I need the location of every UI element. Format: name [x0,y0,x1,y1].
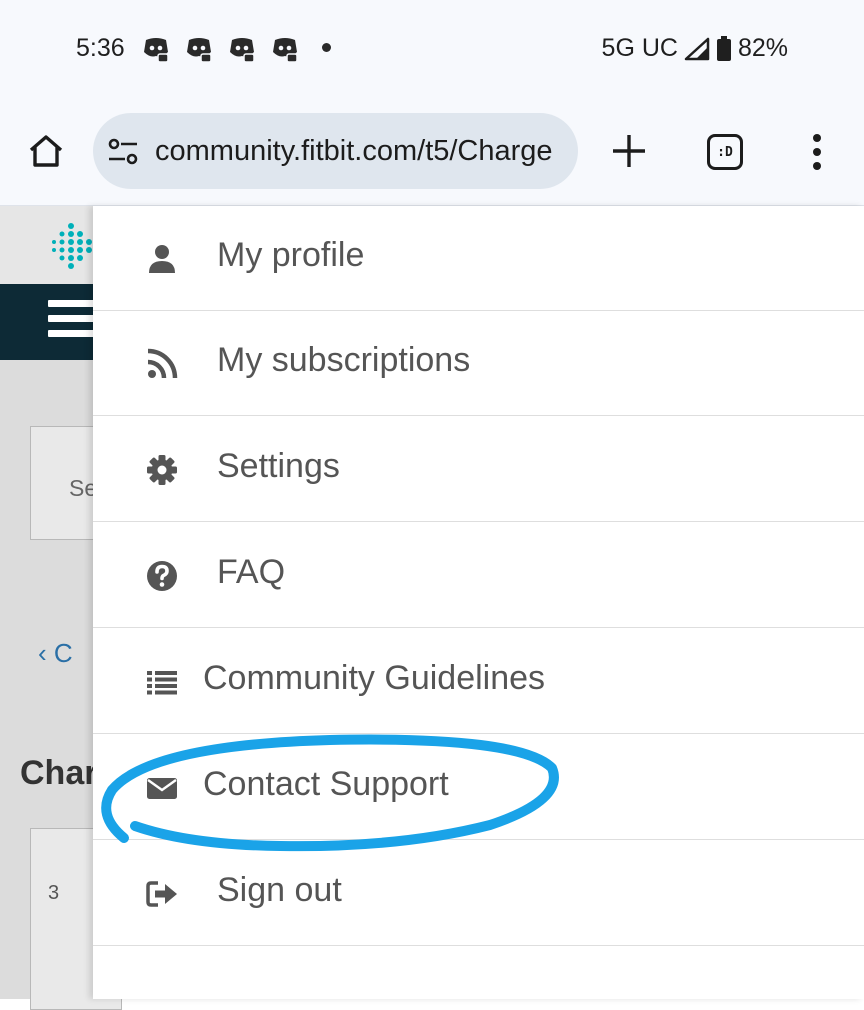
menu-label: Sign out [217,871,342,909]
page-heading: Char [20,754,98,792]
gear-icon [145,453,179,487]
notification-icons [142,36,299,62]
discord-icon [144,38,169,62]
menu-item-sign-out[interactable]: Sign out [93,841,864,946]
browser-toolbar: community.fitbit.com/t5/Charge :D [0,100,864,206]
list-icon [145,665,179,699]
more-vert-icon[interactable] [806,132,828,172]
menu-label: My profile [217,236,365,274]
page-card-text: 3 [48,882,60,904]
page-back-link[interactable]: ‹ C [38,638,73,669]
site-settings-icon[interactable] [107,137,139,167]
menu-label: Community Guidelines [203,659,546,697]
menu-label: Settings [217,447,340,485]
page-back-text: C [53,638,73,668]
fitbit-logo-icon[interactable] [48,222,98,272]
envelope-icon [145,771,179,805]
status-time: 5:36 [76,34,125,62]
new-tab-icon[interactable] [610,132,648,170]
home-icon[interactable] [26,131,66,171]
sign-out-icon [145,877,179,911]
question-circle-icon [145,559,179,593]
menu-item-faq[interactable]: FAQ [93,523,864,628]
discord-icon [230,38,255,62]
tab-switcher-button[interactable]: :D [707,134,743,170]
discord-icon [273,38,298,62]
menu-label: FAQ [217,553,286,591]
menu-label: Contact Support [203,765,449,803]
menu-item-my-subscriptions[interactable]: My subscriptions [93,311,864,416]
menu-item-community-guidelines[interactable]: Community Guidelines [93,629,864,734]
user-icon [145,242,179,276]
user-dropdown-menu: My profile My subscriptions Settings FAQ… [93,206,864,999]
hamburger-menu-icon[interactable] [48,300,96,345]
menu-label: My subscriptions [217,341,471,379]
url-text[interactable]: community.fitbit.com/t5/Charge [155,135,565,168]
network-label: 5G UC [601,34,678,62]
menu-item-contact-support[interactable]: Contact Support [93,735,864,840]
menu-item-my-profile[interactable]: My profile [93,206,864,311]
battery-label: 82% [737,34,788,62]
status-bar: 5:36 5G UC 82% [0,0,864,100]
site-header [0,206,100,284]
status-right: 5G UC 82% [602,34,788,63]
address-bar[interactable]: community.fitbit.com/t5/Charge [93,113,578,189]
menu-item-settings[interactable]: Settings [93,417,864,522]
battery-icon [716,35,731,61]
more-notifications-dot-icon [322,43,331,52]
rss-icon [145,347,179,381]
site-nav-bar [0,284,100,360]
signal-icon [684,37,710,60]
discord-icon [187,38,212,62]
